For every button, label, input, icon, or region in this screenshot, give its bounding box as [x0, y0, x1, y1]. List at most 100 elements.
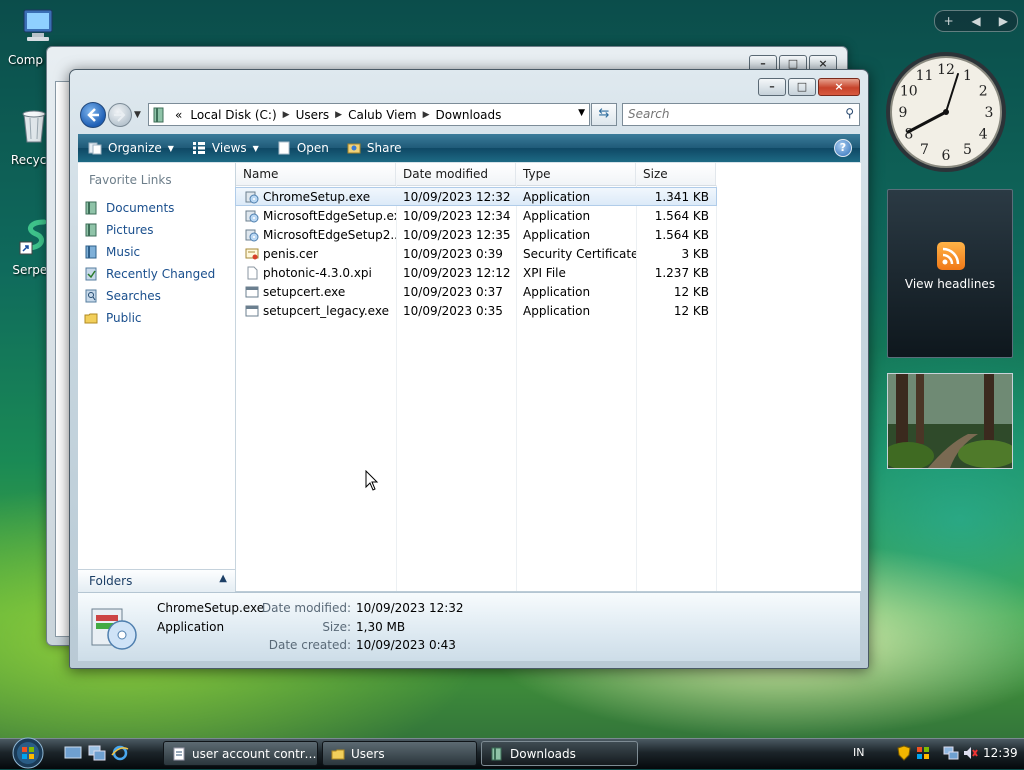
slideshow-gadget[interactable]	[887, 373, 1013, 469]
share-button[interactable]: Share	[347, 141, 402, 155]
refresh-icon: ⇆	[598, 106, 610, 121]
column-header-name[interactable]: Name	[236, 163, 396, 185]
recent-pages-dropdown[interactable]: ▼	[134, 110, 141, 120]
language-indicator[interactable]: IN	[853, 746, 864, 759]
breadcrumb-local-disk[interactable]: Local Disk (C:)	[186, 108, 280, 122]
chevron-left-icon[interactable]: ◀	[962, 14, 989, 28]
taskbar-item-user-account-control[interactable]: user account contro...	[163, 741, 318, 766]
internet-explorer-icon[interactable]	[111, 745, 129, 761]
open-button[interactable]: Open	[277, 141, 329, 155]
taskbar-item-users[interactable]: Users	[322, 741, 477, 766]
column-header-type[interactable]: Type	[516, 163, 636, 185]
details-file-name: ChromeSetup.exe	[157, 601, 265, 615]
taskbar-item-downloads[interactable]: Downloads	[481, 741, 638, 766]
switch-windows-icon[interactable]	[88, 745, 106, 761]
search-box[interactable]: ⚲	[622, 103, 860, 126]
app-window-icon	[245, 286, 259, 297]
taskbar-item-label: Users	[351, 746, 385, 761]
clock-numeral: 11	[916, 68, 934, 84]
start-button[interactable]	[6, 736, 50, 770]
search-icon[interactable]: ⚲	[845, 106, 854, 120]
help-button[interactable]: ?	[834, 139, 852, 157]
column-header-size[interactable]: Size	[636, 163, 716, 185]
nav-item-music[interactable]: Music	[84, 241, 230, 263]
network-icon[interactable]	[943, 745, 959, 761]
table-row[interactable]: photonic-4.3.0.xpi 10/09/2023 12:12 XPI …	[236, 263, 716, 282]
favorite-links-title: Favorite Links	[89, 173, 172, 187]
chevron-up-icon: ▲	[219, 573, 227, 584]
search-input[interactable]	[623, 104, 833, 123]
table-row[interactable]: setupcert.exe 10/09/2023 0:37 Applicatio…	[236, 282, 716, 301]
back-button[interactable]	[80, 102, 106, 128]
details-modified-label: Date modified:	[261, 601, 351, 615]
nav-item-documents[interactable]: Documents	[84, 197, 230, 219]
organize-icon	[88, 142, 102, 155]
explorer-window-downloads[interactable]: – □ × ▼ « Local Disk (C:) ▶ Users ▶ Calu…	[69, 69, 869, 669]
chevron-right-icon[interactable]: ▶	[281, 110, 292, 120]
file-size: 1.237 KB	[654, 265, 709, 280]
system-clock[interactable]: 12:39	[983, 746, 1018, 760]
nav-item-recently-changed[interactable]: Recently Changed	[84, 263, 230, 285]
organize-button[interactable]: Organize ▼	[88, 141, 174, 155]
chevron-right-icon[interactable]: ▶	[990, 14, 1017, 28]
rss-icon	[937, 242, 965, 270]
installer-icon	[245, 191, 259, 203]
address-overflow[interactable]: «	[167, 108, 186, 122]
table-row[interactable]: MicrosoftEdgeSetup2.... 10/09/2023 12:35…	[236, 225, 716, 244]
file-date: 10/09/2023 12:12	[403, 265, 511, 280]
clock-numeral: 4	[979, 127, 988, 143]
searches-icon	[85, 289, 97, 303]
maximize-button[interactable]: □	[788, 78, 816, 96]
breadcrumb-calub-viem[interactable]: Calub Viem	[344, 108, 420, 122]
table-row[interactable]: setupcert_legacy.exe 10/09/2023 0:35 App…	[236, 301, 716, 320]
blank-file-icon	[247, 266, 258, 279]
table-row[interactable]: penis.cer 10/09/2023 0:39 Security Certi…	[236, 244, 716, 263]
file-name: MicrosoftEdgeSetup.exe	[263, 208, 396, 223]
volume-muted-icon[interactable]	[962, 745, 978, 761]
views-button[interactable]: Views ▼	[192, 141, 259, 155]
nav-item-label: Music	[106, 245, 141, 259]
view-headlines-label[interactable]: View headlines	[888, 277, 1012, 291]
installer-icon	[245, 229, 259, 241]
feed-headlines-gadget[interactable]: View headlines	[887, 189, 1013, 358]
table-row[interactable]: ChromeSetup.exe 10/09/2023 12:32 Applica…	[235, 187, 717, 206]
chevron-down-icon: ▼	[252, 143, 259, 153]
security-shield-icon[interactable]	[896, 745, 912, 761]
file-name: setupcert.exe	[263, 284, 346, 299]
clock-gadget[interactable]: 12 1234567891011	[884, 50, 1008, 174]
breadcrumb-users[interactable]: Users	[292, 108, 334, 122]
chevron-right-icon[interactable]: ▶	[421, 110, 432, 120]
address-bar[interactable]: « Local Disk (C:) ▶ Users ▶ Calub Viem ▶…	[148, 103, 590, 126]
file-type: Security Certificate	[523, 246, 636, 261]
file-list[interactable]: Name Date modified Type Size ChromeSetup…	[235, 163, 861, 591]
table-row[interactable]: MicrosoftEdgeSetup.exe 10/09/2023 12:34 …	[236, 206, 716, 225]
share-label: Share	[366, 141, 402, 155]
chevron-down-icon[interactable]: ▼	[578, 108, 585, 118]
nav-item-pictures[interactable]: Pictures	[84, 219, 230, 241]
column-header-date-modified[interactable]: Date modified	[396, 163, 516, 185]
chevron-right-icon[interactable]: ▶	[333, 110, 344, 120]
nav-item-searches[interactable]: Searches	[84, 285, 230, 307]
add-gadget-icon[interactable]: +	[935, 14, 962, 28]
nav-item-public[interactable]: Public	[84, 307, 230, 329]
open-icon	[278, 141, 290, 155]
breadcrumb-downloads[interactable]: Downloads	[431, 108, 505, 122]
file-date: 10/09/2023 12:32	[403, 189, 511, 204]
file-type: Application	[523, 227, 591, 242]
taskbar-item-label: user account contro...	[192, 746, 317, 761]
windows-update-icon[interactable]	[915, 745, 931, 761]
clock-numeral: 1	[963, 68, 972, 84]
minimize-button[interactable]: –	[758, 78, 786, 96]
file-date: 10/09/2023 12:34	[403, 208, 511, 223]
folders-toggle[interactable]: Folders ▲	[78, 569, 235, 592]
file-size: 1.341 KB	[654, 189, 709, 204]
close-button[interactable]: ×	[818, 78, 860, 96]
refresh-button[interactable]: ⇆	[591, 103, 617, 126]
show-desktop-icon[interactable]	[64, 745, 82, 761]
column-divider	[716, 185, 717, 591]
column-headers: Name Date modified Type Size	[236, 163, 716, 186]
forward-button[interactable]	[108, 103, 132, 127]
file-date: 10/09/2023 0:39	[403, 246, 503, 261]
clock-numeral: 5	[963, 142, 972, 158]
file-name: setupcert_legacy.exe	[263, 303, 389, 318]
